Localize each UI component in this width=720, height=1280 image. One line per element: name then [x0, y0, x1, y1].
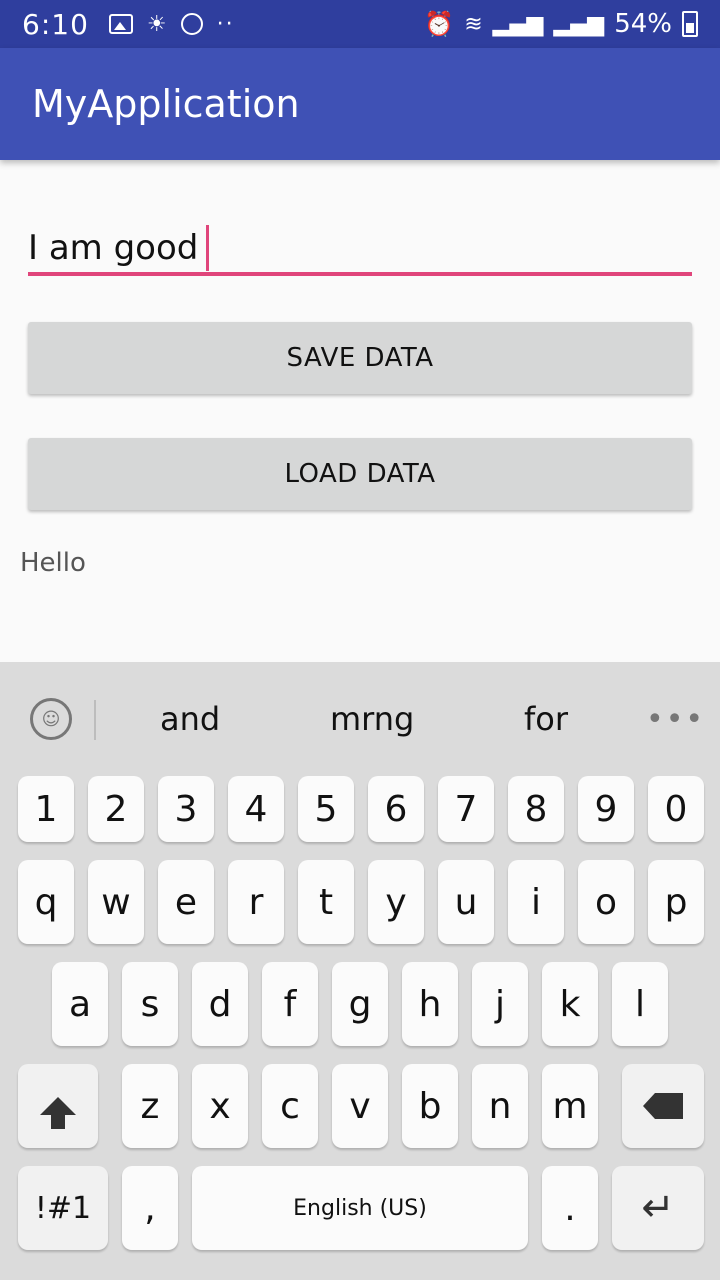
- data-input-value: I am good: [28, 228, 199, 268]
- emoji-icon[interactable]: ☺: [30, 698, 72, 740]
- key-x[interactable]: x: [192, 1064, 248, 1148]
- save-data-button[interactable]: SAVE DATA: [28, 322, 692, 394]
- output-text: Hello: [20, 548, 86, 578]
- backspace-icon: [643, 1093, 683, 1119]
- key-5[interactable]: 5: [298, 776, 354, 842]
- key-8[interactable]: 8: [508, 776, 564, 842]
- app-bar: MyApplication: [0, 48, 720, 160]
- wifi-icon: ≋: [464, 11, 483, 37]
- status-time: 6:10: [22, 7, 89, 41]
- text-cursor: [206, 225, 210, 271]
- key-w[interactable]: w: [88, 860, 144, 944]
- key-h[interactable]: h: [402, 962, 458, 1046]
- suggestion-bar: ☺ and mrng for •••: [0, 662, 720, 772]
- key-2[interactable]: 2: [88, 776, 144, 842]
- suggestion-divider: [94, 700, 96, 740]
- weather-icon: ☀: [146, 11, 167, 37]
- key-c[interactable]: c: [262, 1064, 318, 1148]
- more-notifications-icon: ··: [216, 11, 235, 37]
- key-q[interactable]: q: [18, 860, 74, 944]
- signal-2-icon: ▂▄▆: [553, 11, 605, 37]
- key-n[interactable]: n: [472, 1064, 528, 1148]
- shift-icon: [40, 1097, 76, 1129]
- key-i[interactable]: i: [508, 860, 564, 944]
- key-0[interactable]: 0: [648, 776, 704, 842]
- key-v[interactable]: v: [332, 1064, 388, 1148]
- key-b[interactable]: b: [402, 1064, 458, 1148]
- data-input[interactable]: I am good: [28, 224, 692, 276]
- signal-icon: ▂▄▆: [492, 11, 544, 37]
- key-e[interactable]: e: [158, 860, 214, 944]
- enter-key[interactable]: ↵: [612, 1166, 704, 1250]
- suggestion-3[interactable]: for: [524, 700, 568, 738]
- key-k[interactable]: k: [542, 962, 598, 1046]
- key-9[interactable]: 9: [578, 776, 634, 842]
- key-d[interactable]: d: [192, 962, 248, 1046]
- suggestion-2[interactable]: mrng: [330, 700, 414, 738]
- key-g[interactable]: g: [332, 962, 388, 1046]
- main-content: I am good SAVE DATA LOAD DATA Hello: [0, 160, 720, 662]
- battery-percent: 54%: [614, 9, 672, 39]
- account-icon: [180, 13, 203, 35]
- key-p[interactable]: p: [648, 860, 704, 944]
- gallery-icon: [108, 14, 133, 34]
- enter-icon: ↵: [641, 1185, 675, 1231]
- alarm-icon: ⏰: [424, 10, 455, 38]
- key-y[interactable]: y: [368, 860, 424, 944]
- battery-icon: [682, 11, 698, 37]
- load-data-button[interactable]: LOAD DATA: [28, 438, 692, 510]
- key-o[interactable]: o: [578, 860, 634, 944]
- key-u[interactable]: u: [438, 860, 494, 944]
- key-r[interactable]: r: [228, 860, 284, 944]
- key-j[interactable]: j: [472, 962, 528, 1046]
- period-key[interactable]: .: [542, 1166, 598, 1250]
- symbols-key[interactable]: !#1: [18, 1166, 108, 1250]
- key-a[interactable]: a: [52, 962, 108, 1046]
- soft-keyboard: ☺ and mrng for ••• 1 2 3 4 5 6 7 8 9 0 q…: [0, 662, 720, 1280]
- key-f[interactable]: f: [262, 962, 318, 1046]
- key-l[interactable]: l: [612, 962, 668, 1046]
- comma-key[interactable]: ,: [122, 1166, 178, 1250]
- key-1[interactable]: 1: [18, 776, 74, 842]
- key-z[interactable]: z: [122, 1064, 178, 1148]
- key-s[interactable]: s: [122, 962, 178, 1046]
- key-t[interactable]: t: [298, 860, 354, 944]
- status-bar: 6:10 ☀ ·· ⏰ ≋ ▂▄▆ ▂▄▆ 54%: [0, 0, 720, 48]
- space-key[interactable]: English (US): [192, 1166, 528, 1250]
- more-options-icon[interactable]: •••: [646, 702, 705, 737]
- shift-key[interactable]: [18, 1064, 98, 1148]
- app-title: MyApplication: [32, 82, 300, 126]
- suggestion-1[interactable]: and: [160, 700, 220, 738]
- key-4[interactable]: 4: [228, 776, 284, 842]
- backspace-key[interactable]: [622, 1064, 704, 1148]
- key-7[interactable]: 7: [438, 776, 494, 842]
- key-m[interactable]: m: [542, 1064, 598, 1148]
- key-6[interactable]: 6: [368, 776, 424, 842]
- key-3[interactable]: 3: [158, 776, 214, 842]
